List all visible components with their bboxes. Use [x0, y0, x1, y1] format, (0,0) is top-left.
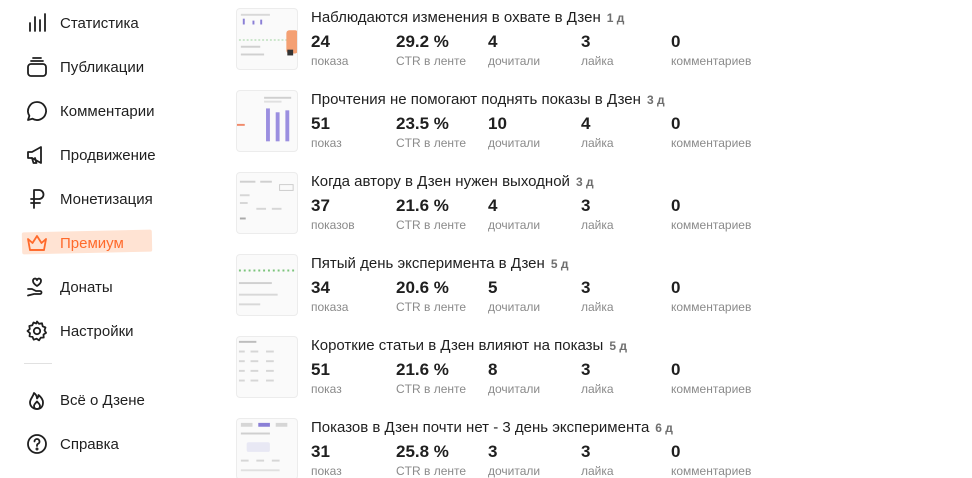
megaphone-icon — [24, 142, 50, 168]
metric-likes: 3 лайка — [581, 278, 614, 314]
metric-ctr: 21.6 % CTR в ленте — [396, 196, 467, 232]
publication-age: 5 д — [609, 339, 627, 353]
sidebar-item-label: Монетизация — [60, 190, 153, 208]
metric-comments: 0 комментариев — [671, 32, 752, 68]
metric-read-through: 4 дочитали — [488, 32, 541, 68]
publication-age: 1 д — [606, 11, 625, 25]
publication-item[interactable]: Пятый день эксперимента в Дзен 5 д 34 пока… — [236, 254, 972, 324]
sidebar-item-label: Премиум — [60, 234, 124, 252]
metric-comments: 0 комментариев — [671, 442, 752, 478]
metric-impressions: 51 показ — [311, 360, 342, 396]
metric-read-through: 4 дочитали — [488, 196, 541, 232]
crown-icon — [24, 230, 50, 256]
metric-likes: 3 лайка — [581, 442, 614, 478]
sidebar-item-publications[interactable]: Публикации — [24, 52, 144, 82]
metric-impressions: 34 показа — [311, 278, 349, 314]
publication-title[interactable]: Наблюдаются изменения в охвате в Дзен 1 д — [311, 9, 624, 26]
publication-item[interactable]: Прочтения не помогают поднять показы в Д… — [236, 90, 972, 160]
sidebar-item-label: Всё о Дзене — [60, 391, 145, 409]
stack-icon — [24, 54, 50, 80]
publication-title[interactable]: Пятый день эксперимента в Дзен 5 д — [311, 255, 568, 272]
flame-icon — [24, 387, 50, 413]
publication-title[interactable]: Когда автору в Дзен нужен выходной 3 д — [311, 173, 594, 190]
sidebar-item-donations[interactable]: Донаты — [24, 272, 113, 302]
metric-ctr: 23.5 % CTR в ленте — [396, 114, 467, 150]
metric-read-through: 5 дочитали — [488, 278, 541, 314]
metric-comments: 0 комментариев — [671, 114, 752, 150]
metric-ctr: 21.6 % CTR в ленте — [396, 360, 467, 396]
metric-read-through: 8 дочитали — [488, 360, 541, 396]
publication-item[interactable]: Показов в Дзен почти нет - 3 день экспер… — [236, 418, 972, 478]
metric-impressions: 51 показ — [311, 114, 342, 150]
metric-ctr: 25.8 % CTR в ленте — [396, 442, 467, 478]
sidebar-item-statistics[interactable]: Статистика — [24, 8, 139, 38]
publication-title[interactable]: Прочтения не помогают поднять показы в Д… — [311, 91, 665, 108]
publication-thumbnail[interactable] — [236, 8, 298, 70]
metric-comments: 0 комментариев — [671, 278, 752, 314]
hand-heart-icon — [24, 274, 50, 300]
metric-impressions: 31 показ — [311, 442, 342, 478]
metric-read-through: 10 дочитали — [488, 114, 541, 150]
sidebar-item-promotion[interactable]: Продвижение — [24, 140, 156, 170]
publication-thumbnail[interactable] — [236, 418, 298, 478]
publication-thumbnail[interactable] — [236, 90, 298, 152]
sidebar-item-label: Донаты — [60, 278, 113, 296]
publication-age: 3 д — [646, 93, 665, 107]
publication-age: 6 д — [655, 421, 673, 435]
help-icon — [24, 431, 50, 457]
sidebar-item-label: Настройки — [60, 322, 134, 340]
sidebar-item-label: Публикации — [60, 58, 145, 76]
publication-thumbnail[interactable] — [236, 254, 298, 316]
bar-chart-icon — [24, 10, 50, 36]
sidebar-item-label: Продвижение — [60, 146, 156, 164]
metric-likes: 4 лайка — [581, 114, 614, 150]
sidebar-item-label: Комментарии — [60, 102, 155, 120]
publication-age: 3 д — [575, 175, 594, 189]
sidebar-item-label: Справка — [60, 435, 119, 453]
metric-read-through: 3 дочитали — [488, 442, 541, 478]
sidebar-item-settings[interactable]: Настройки — [24, 316, 134, 346]
sidebar-item-premium[interactable]: Премиум — [24, 228, 124, 258]
gear-icon — [24, 318, 50, 344]
comment-icon — [24, 98, 50, 124]
publication-title[interactable]: Показов в Дзен почти нет - 3 день экспер… — [311, 419, 673, 436]
metric-comments: 0 комментариев — [671, 360, 752, 396]
metric-comments: 0 комментариев — [671, 196, 752, 232]
sidebar-item-monetization[interactable]: Монетизация — [24, 184, 153, 214]
publication-item[interactable]: Короткие статьи в Дзен влияют на показы 5… — [236, 336, 972, 406]
sidebar-divider — [24, 363, 52, 364]
sidebar-item-comments[interactable]: Комментарии — [24, 96, 154, 126]
publication-title[interactable]: Короткие статьи в Дзен влияют на показы 5… — [311, 337, 627, 354]
metric-likes: 3 лайка — [581, 196, 614, 232]
metric-impressions: 24 показа — [311, 32, 349, 68]
ruble-icon — [24, 186, 50, 212]
publication-item[interactable]: Наблюдаются изменения в охвате в Дзен 1 д… — [236, 8, 972, 78]
sidebar-item-about-dzen[interactable]: Всё о Дзене — [24, 385, 145, 415]
metric-likes: 3 лайка — [581, 360, 614, 396]
publication-thumbnail[interactable] — [236, 172, 298, 234]
sidebar: Статистика Публикации Комментарии Продви… — [0, 0, 210, 478]
metric-likes: 3 лайка — [581, 32, 614, 68]
publication-item[interactable]: Когда автору в Дзен нужен выходной 3 д 37… — [236, 172, 972, 242]
publication-age: 5 д — [550, 257, 569, 271]
sidebar-item-help[interactable]: Справка — [24, 429, 119, 459]
metric-ctr: 29.2 % CTR в ленте — [396, 32, 467, 68]
publication-thumbnail[interactable] — [236, 336, 298, 398]
sidebar-item-label: Статистика — [60, 14, 139, 32]
metric-impressions: 37 показов — [311, 196, 355, 232]
metric-ctr: 20.6 % CTR в ленте — [396, 278, 467, 314]
